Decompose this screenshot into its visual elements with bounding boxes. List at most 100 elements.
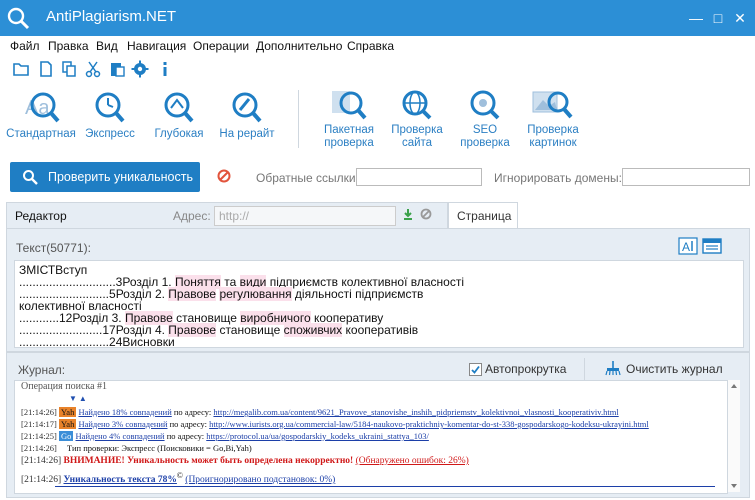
highlighted-match: регулювання	[219, 287, 292, 301]
source-url[interactable]: https://protocol.ua/ua/gospodarskiy_kode…	[206, 431, 429, 441]
menu-edit[interactable]: Правка	[48, 39, 89, 53]
source-url[interactable]: http://megalib.com.ua/content/9621_Pravo…	[213, 407, 618, 417]
engine-badge: Go	[59, 431, 74, 441]
site-check-label-2: сайта	[401, 137, 433, 149]
deep-check-button[interactable]: Глубокая	[142, 88, 216, 154]
rewrite-check-button[interactable]: На рерайт	[210, 88, 284, 154]
site-check-icon	[402, 90, 432, 120]
backlinks-input[interactable]	[356, 168, 482, 186]
log-text: Тип проверки: Экспресс (Поисковики = Go,…	[67, 443, 252, 453]
ignored-link[interactable]: (Проигнорировано подстановок: 0%)	[185, 475, 335, 485]
broom-icon	[605, 361, 621, 376]
engine-badge: Yah	[59, 407, 77, 417]
tab-editor-label: Редактор	[15, 209, 67, 223]
log-sort-arrows[interactable]: ▼ ▲	[69, 394, 87, 403]
standard-check-label: Стандартная	[6, 128, 76, 140]
log-timestamp: [21:14:17]	[21, 419, 57, 429]
uniqueness-result-link[interactable]: Уникальность текста 78%	[63, 475, 176, 485]
address-label: Адрес:	[173, 209, 211, 223]
menu-navigation[interactable]: Навигация	[127, 39, 186, 53]
copyright-mark: ©	[176, 471, 183, 480]
seo-check-label-1: SEO	[472, 124, 498, 136]
errors-link[interactable]: (Обнаружено ошибок: 26%)	[356, 456, 469, 466]
new-file-icon[interactable]	[37, 60, 55, 78]
log-entry: [21:14:26] Тип проверки: Экспресс (Поиск…	[21, 443, 252, 453]
log-entry: [21:14:26] ВНИМАНИЕ! Уникальность может …	[21, 456, 469, 466]
minimize-button[interactable]: —	[686, 8, 706, 28]
svg-text:A: A	[682, 240, 690, 254]
menu-help[interactable]: Справка	[347, 39, 394, 53]
batch-check-label-2: проверка	[324, 137, 374, 149]
batch-check-icon	[332, 91, 367, 120]
tab-page[interactable]: Страница	[448, 202, 518, 228]
open-folder-icon[interactable]	[12, 60, 30, 78]
editor-line: ...........................24Висновки	[19, 335, 175, 347]
match-link[interactable]: Найдено 18% совпадений	[78, 407, 171, 417]
log-text: по адресу:	[171, 407, 214, 417]
autoscroll-check-box[interactable]	[469, 363, 482, 376]
standard-check-button[interactable]: Aa Стандартная	[4, 88, 78, 154]
match-link[interactable]: Найдено 4% совпадений	[76, 431, 165, 441]
menu-bar: Файл Правка Вид Навигация Операции Допол…	[0, 36, 755, 56]
rewrite-check-icon	[232, 92, 262, 123]
copy-icon[interactable]	[60, 60, 78, 78]
paste-icon[interactable]	[108, 60, 126, 78]
ribbon-separator	[298, 90, 299, 148]
batch-check-label-1: Пакетная	[323, 124, 375, 136]
image-check-button[interactable]: Проверка картинок	[516, 88, 590, 154]
standard-check-icon: Aa	[25, 92, 60, 123]
backlinks-label: Обратные ссылки:	[256, 171, 359, 185]
address-input[interactable]: http://	[214, 206, 396, 226]
journal-scrollbar[interactable]	[728, 380, 740, 492]
text-format-icon[interactable]: A	[678, 237, 698, 255]
settings-icon[interactable]	[131, 60, 149, 78]
text-view-icon[interactable]	[702, 237, 722, 255]
ignore-domains-input[interactable]	[622, 168, 750, 186]
ribbon: Aa Стандартная Экспресс Глубокая На рера…	[0, 84, 755, 156]
seo-check-label-2: проверка	[460, 137, 510, 149]
log-entry: [21:14:26] Yah Найдено 18% совпадений по…	[21, 407, 619, 417]
check-uniqueness-button[interactable]: Проверить уникальность	[10, 162, 200, 192]
log-text: по адресу:	[164, 431, 207, 441]
highlighted-match: споживчих	[283, 323, 343, 337]
site-check-button[interactable]: Проверка сайта	[380, 88, 454, 154]
journal-separator	[584, 358, 585, 380]
cut-icon[interactable]	[84, 60, 102, 78]
log-timestamp: [21:14:26]	[21, 456, 62, 466]
window-title: AntiPlagiarism.NET	[46, 8, 177, 25]
deep-check-icon	[164, 92, 194, 123]
clear-journal-label: Очистить журнал	[626, 362, 723, 376]
log-timestamp: [21:14:26]	[21, 475, 62, 486]
deep-check-label: Глубокая	[154, 128, 204, 140]
log-timestamp: [21:14:25]	[21, 431, 57, 441]
source-url[interactable]: http://www.iurists.org.ua/commercial-law…	[209, 419, 649, 429]
menu-view[interactable]: Вид	[96, 39, 118, 53]
log-timestamp: [21:14:26]	[21, 407, 57, 417]
menu-operations[interactable]: Операции	[193, 39, 249, 53]
log-operation-title: Операция поиска #1	[21, 381, 108, 392]
tab-page-label: Страница	[457, 209, 512, 223]
checkmark-icon	[471, 365, 480, 374]
menu-file[interactable]: Файл	[10, 39, 40, 53]
text-count-label: Текст(50771):	[16, 241, 91, 255]
ignore-domains-label: Игнорировать домены:	[494, 171, 622, 185]
close-button[interactable]: ✕	[730, 8, 750, 28]
maximize-button[interactable]: □	[708, 8, 728, 28]
info-icon[interactable]	[156, 60, 174, 78]
download-icon[interactable]	[402, 208, 414, 220]
image-check-icon	[532, 91, 573, 119]
log-divider	[55, 486, 715, 487]
express-check-button[interactable]: Экспресс	[73, 88, 147, 154]
rewrite-check-label: На рерайт	[219, 128, 275, 140]
text-editor[interactable]: ЗМІСТВступ .............................…	[14, 260, 744, 348]
image-check-label-2: картинок	[529, 137, 577, 149]
quick-toolbar	[0, 58, 755, 82]
menu-extra[interactable]: Дополнительно	[256, 39, 342, 53]
cancel-load-icon[interactable]	[420, 208, 432, 220]
match-link[interactable]: Найдено 3% совпадений	[78, 419, 167, 429]
seo-check-button[interactable]: SEO проверка	[448, 88, 522, 154]
scroll-arrows-icon	[731, 384, 737, 488]
batch-check-button[interactable]: Пакетная проверка	[312, 88, 386, 154]
stop-icon[interactable]	[217, 169, 231, 183]
log-text: по адресу:	[167, 419, 210, 429]
